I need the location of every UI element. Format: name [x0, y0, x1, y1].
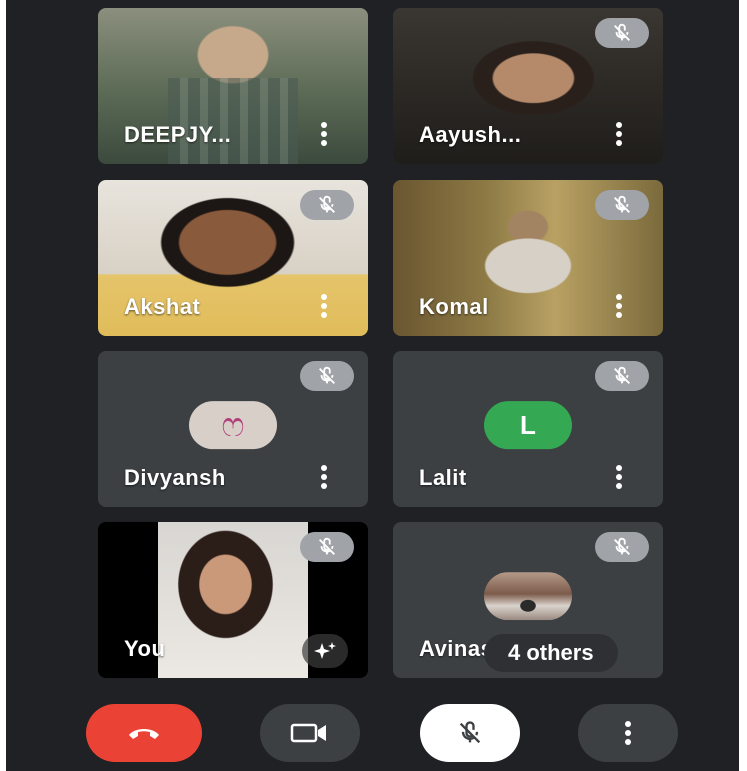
avatar [484, 572, 572, 621]
participant-tile-komal[interactable]: Komal [393, 180, 663, 336]
mic-off-icon [595, 532, 649, 562]
mic-off-icon [595, 361, 649, 391]
participant-name: Lalit [419, 465, 467, 490]
participant-name: You [124, 636, 166, 661]
participant-name: Aayush... [419, 122, 522, 147]
end-call-button[interactable] [86, 704, 202, 762]
self-video [158, 522, 308, 678]
more-options-button[interactable] [578, 704, 678, 762]
participant-tile-divyansh[interactable]: ෆ Divyansh [98, 351, 368, 507]
participant-tile-akshat[interactable]: Akshat [98, 180, 368, 336]
end-call-icon [129, 729, 159, 739]
more-vert-icon[interactable] [320, 465, 328, 489]
more-vert-icon[interactable] [615, 122, 623, 146]
mic-off-icon [300, 190, 354, 220]
others-count-pill[interactable]: 4 others [484, 634, 618, 672]
sparkle-effects-icon[interactable] [302, 634, 348, 668]
camera-icon [290, 723, 326, 743]
more-vert-icon[interactable] [320, 122, 328, 146]
mic-off-icon [459, 721, 481, 744]
avatar: ෆ [189, 401, 277, 450]
mic-off-icon [300, 532, 354, 562]
more-vert-icon[interactable] [615, 465, 623, 489]
mic-off-icon [595, 190, 649, 220]
participant-tile-deepjyoti[interactable]: DEEPJY... [98, 8, 368, 164]
more-vert-icon [625, 721, 631, 745]
mic-off-icon [595, 18, 649, 48]
meet-screen: DEEPJY... Aayush... Akshat Komal ෆ Divya… [6, 0, 739, 771]
participant-name: Divyansh [124, 465, 226, 490]
more-vert-icon[interactable] [320, 294, 328, 318]
participant-name: Komal [419, 294, 489, 319]
camera-toggle-button[interactable] [260, 704, 360, 762]
call-controls [6, 704, 739, 764]
participant-tile-aayush[interactable]: Aayush... [393, 8, 663, 164]
mic-off-icon [300, 361, 354, 391]
avatar: L [484, 401, 572, 450]
participant-tile-lalit[interactable]: L Lalit [393, 351, 663, 507]
participant-name: Akshat [124, 294, 201, 319]
mic-toggle-button[interactable] [420, 704, 520, 762]
more-vert-icon[interactable] [615, 294, 623, 318]
participant-name: DEEPJY... [124, 122, 232, 147]
shirt-pattern [168, 78, 298, 164]
participant-tile-self[interactable]: You [98, 522, 368, 678]
